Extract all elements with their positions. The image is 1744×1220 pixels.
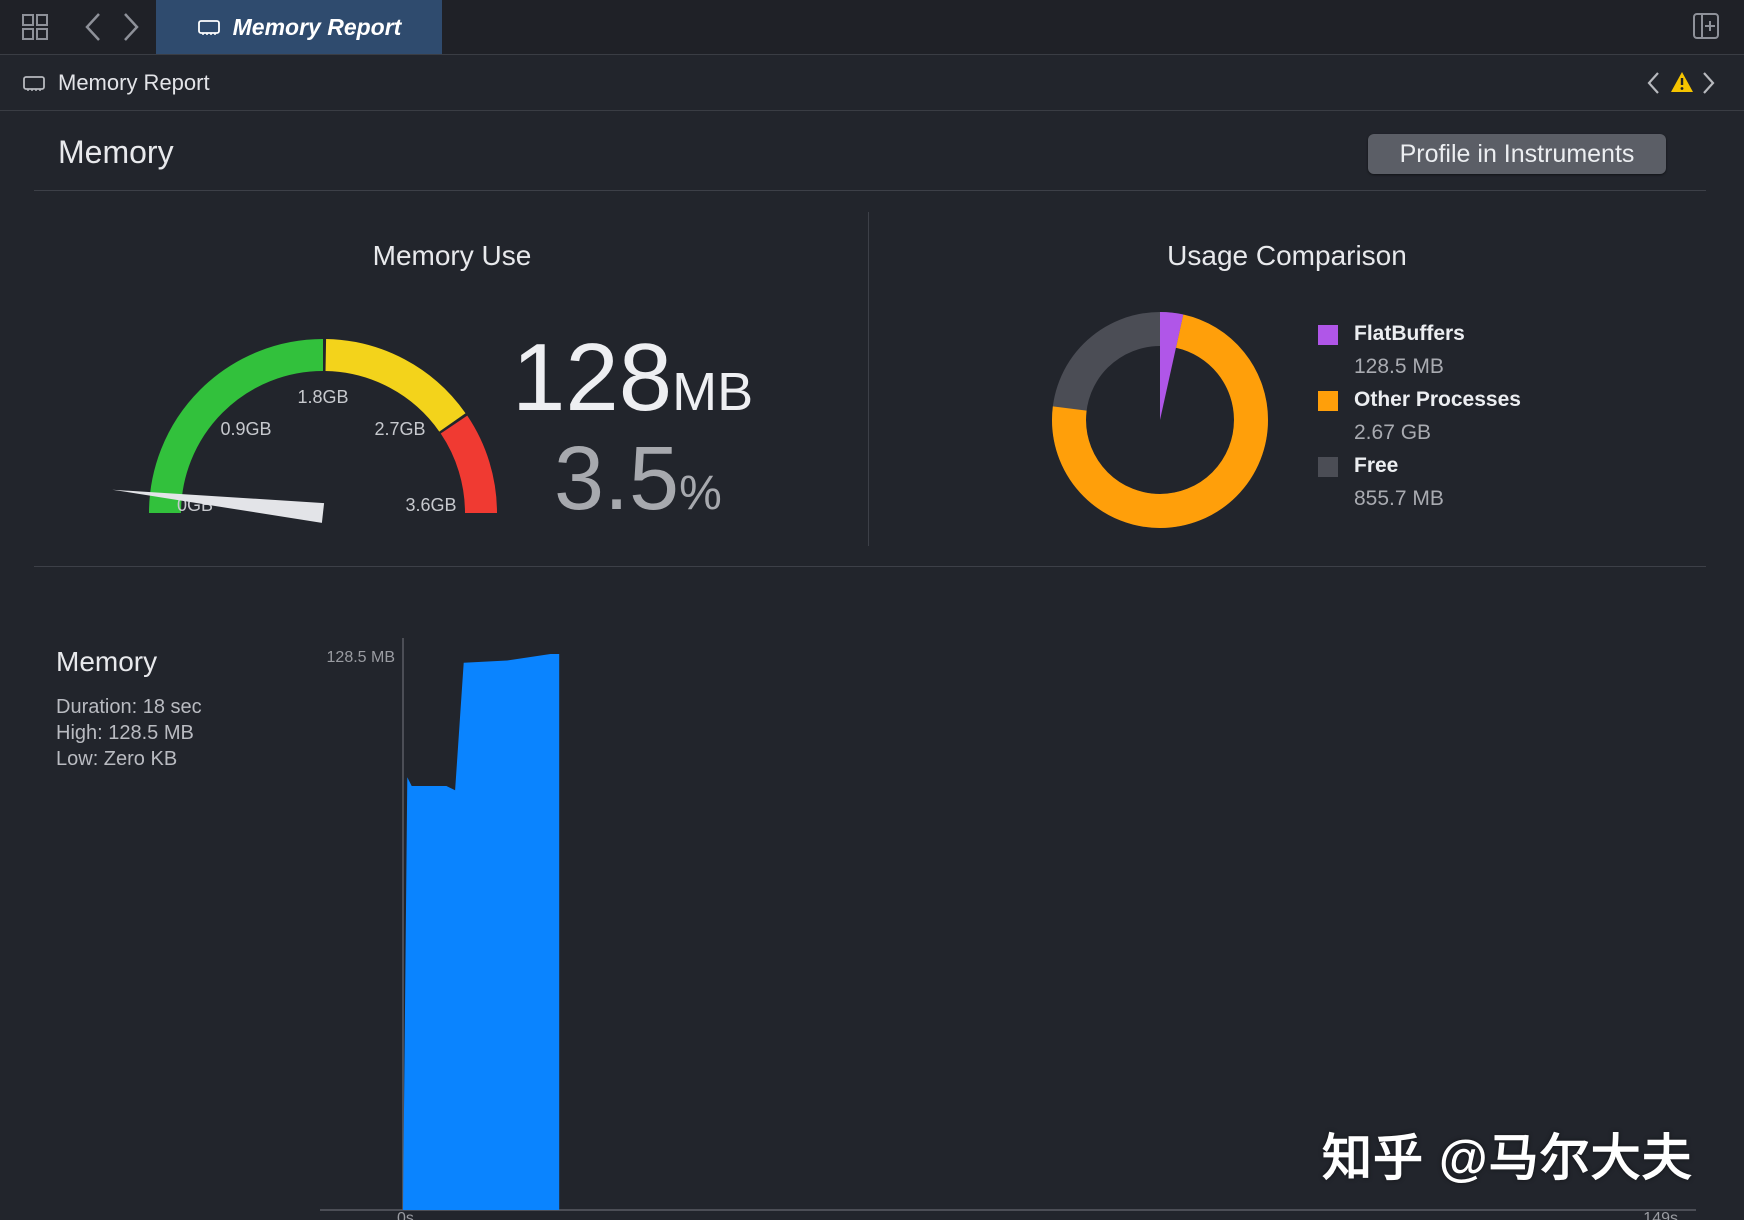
memory-chip-icon (22, 75, 46, 96)
x-end-label: 149s (1643, 1210, 1678, 1220)
gauge-label-2.7gb: 2.7GB (374, 419, 425, 439)
legend-name: Free (1354, 454, 1398, 478)
y-max-label: 128.5 MB (327, 649, 395, 666)
duration-stat: Duration: 18 sec (56, 696, 202, 719)
tab-memory-report[interactable]: Memory Report (156, 0, 442, 54)
memory-percent-unit: % (679, 467, 722, 520)
memory-use-value: 128MB (512, 330, 753, 426)
section-divider (868, 212, 869, 546)
back-icon[interactable] (84, 12, 102, 47)
memory-use-percent: 3.5% (554, 434, 722, 524)
prev-issue-icon[interactable] (1646, 71, 1660, 100)
low-stat: Low: Zero KB (56, 748, 177, 771)
breadcrumb: Memory Report (0, 55, 1744, 111)
gauge-segment-red (454, 425, 481, 513)
watermark: 知乎 @马尔大夫 (1322, 1118, 1693, 1190)
tab-label: Memory Report (233, 14, 402, 41)
usage-donut-chart (1046, 306, 1274, 534)
donut-segment-flatbuffers (1160, 312, 1183, 420)
legend-swatch-flatbuffers (1318, 325, 1338, 345)
usage-comparison-title: Usage Comparison (1086, 240, 1488, 272)
legend-name: FlatBuffers (1354, 322, 1465, 346)
legend-value: 2.67 GB (1354, 421, 1431, 445)
memory-chip-icon (197, 14, 221, 41)
gauges-divider (34, 566, 1706, 567)
header-divider (34, 190, 1706, 191)
x-start-label: 0s (397, 1210, 414, 1220)
gauge-label-1.8gb: 1.8GB (297, 387, 348, 407)
forward-icon[interactable] (122, 12, 140, 47)
add-editor-icon[interactable] (1692, 12, 1720, 45)
page-title: Memory (58, 134, 174, 171)
tab-bar: Memory Report (0, 0, 1744, 55)
memory-use-number: 128 (512, 324, 672, 431)
memory-use-unit: MB (672, 362, 753, 422)
high-stat: High: 128.5 MB (56, 722, 194, 745)
legend-swatch-free (1318, 457, 1338, 477)
gauge-label-3.6gb: 3.6GB (405, 495, 456, 515)
gauge-needle (112, 490, 324, 523)
warning-icon[interactable] (1670, 71, 1694, 98)
legend-name: Other Processes (1354, 388, 1521, 412)
breadcrumb-label[interactable]: Memory Report (58, 70, 210, 96)
memory-area-series (403, 654, 559, 1210)
legend-value: 128.5 MB (1354, 355, 1444, 379)
memory-percent-number: 3.5 (554, 429, 679, 529)
memory-gauge: 0GB 0.9GB 1.8GB 2.7GB 3.6GB (100, 320, 520, 540)
legend-swatch-other-processes (1318, 391, 1338, 411)
memory-use-title: Memory Use (270, 240, 634, 272)
next-issue-icon[interactable] (1702, 71, 1716, 100)
legend-value: 855.7 MB (1354, 487, 1444, 511)
profile-in-instruments-button[interactable]: Profile in Instruments (1368, 134, 1666, 174)
gauge-label-0.9gb: 0.9GB (220, 419, 271, 439)
memory-graph-title: Memory (56, 646, 157, 678)
grid-icon[interactable] (22, 14, 48, 45)
